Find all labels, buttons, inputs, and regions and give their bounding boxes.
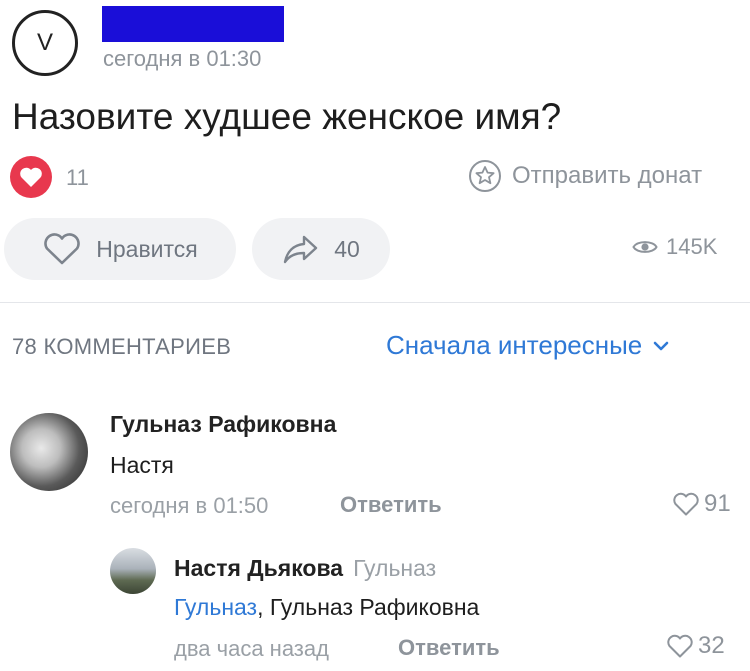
heart-icon — [44, 233, 81, 265]
heart-icon — [667, 634, 693, 658]
comment-like-button[interactable]: 91 — [672, 490, 731, 518]
views-count: 145K — [666, 234, 718, 259]
post-title: Назовите худшее женское имя? — [12, 96, 562, 137]
reply-text-rest: , Гульназ Рафиковна — [257, 594, 480, 620]
donate-button[interactable]: Отправить донат — [468, 159, 702, 193]
reply-text: Гульназ, Гульназ Рафиковна — [174, 594, 479, 621]
comment-like-count: 91 — [704, 490, 731, 517]
donate-label: Отправить донат — [512, 162, 703, 189]
commenter-avatar[interactable] — [10, 413, 88, 491]
reply-to-name[interactable]: Гульназ — [353, 555, 436, 581]
redacted-author-name — [102, 6, 284, 42]
reply-author-line: Настя Дьякова Гульназ — [174, 555, 436, 582]
comments-count: 78 КОММЕНТАРИЕВ — [12, 334, 232, 359]
reply-mention-link[interactable]: Гульназ — [174, 594, 257, 620]
comment-time: сегодня в 01:50 — [110, 493, 269, 518]
like-button[interactable]: Нравится — [4, 218, 236, 280]
reply-like-button[interactable]: 32 — [666, 632, 725, 660]
eye-icon — [632, 241, 658, 253]
comment-text: Настя — [110, 452, 174, 478]
comments-sort-dropdown[interactable]: Сначала интересные — [386, 330, 670, 361]
reply-commenter-avatar[interactable] — [110, 548, 156, 594]
sort-label: Сначала интересные — [386, 330, 643, 360]
post-time: сегодня в 01:30 — [103, 46, 262, 71]
share-button[interactable]: 40 — [252, 218, 390, 280]
reply-button[interactable]: Ответить — [398, 635, 500, 661]
heart-icon — [20, 167, 42, 187]
views-counter: 145K — [632, 234, 717, 260]
section-divider — [0, 302, 750, 303]
comment-author[interactable]: Гульназ Рафиковна — [110, 411, 336, 438]
reply-author[interactable]: Настя Дьякова — [174, 555, 343, 581]
heart-icon — [673, 492, 699, 516]
star-donate-icon — [469, 160, 501, 192]
share-arrow-icon — [284, 235, 318, 264]
author-initial: V — [36, 29, 53, 56]
reply-like-count: 32 — [698, 632, 725, 659]
share-count: 40 — [334, 235, 360, 262]
chevron-down-icon — [653, 341, 669, 350]
reaction-count: 11 — [66, 165, 89, 190]
reaction-heart-badge[interactable] — [10, 156, 52, 198]
reply-button[interactable]: Ответить — [340, 492, 442, 518]
author-avatar[interactable]: V — [12, 10, 78, 76]
like-label: Нравится — [96, 235, 198, 262]
reply-time: два часа назад — [174, 636, 329, 661]
